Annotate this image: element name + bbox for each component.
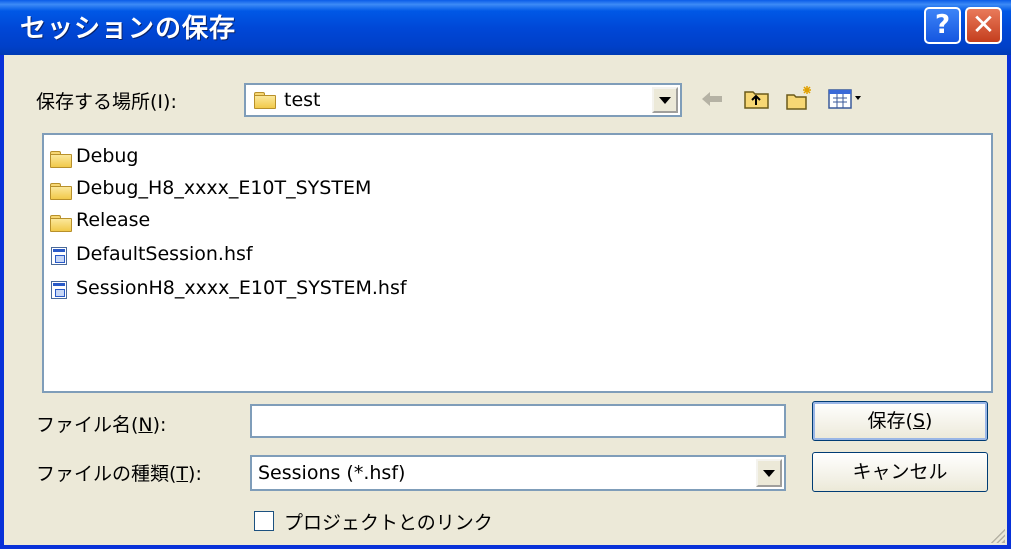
- close-button[interactable]: ✕: [965, 7, 1002, 44]
- session-file-icon: [51, 281, 67, 299]
- view-menu-icon[interactable]: [826, 84, 866, 114]
- filetype-value: Sessions (*.hsf): [258, 462, 406, 484]
- filetype-dropdown-button[interactable]: [756, 459, 782, 487]
- save-button[interactable]: 保存(S): [812, 401, 988, 441]
- chevron-down-icon: [763, 470, 775, 477]
- back-arrow-icon[interactable]: [698, 84, 728, 114]
- help-icon: ?: [934, 10, 951, 40]
- folder-icon: [50, 151, 72, 168]
- filetype-label: ファイルの種類(T):: [36, 463, 202, 485]
- dialog-title: セッションの保存: [20, 14, 237, 44]
- title-bar[interactable]: セッションの保存 ? ✕: [0, 0, 1011, 55]
- list-item[interactable]: Release: [48, 209, 348, 237]
- filetype-dropdown[interactable]: Sessions (*.hsf): [250, 455, 786, 491]
- folder-icon: [50, 215, 72, 232]
- location-dropdown-button[interactable]: [652, 87, 678, 113]
- new-folder-icon[interactable]: [784, 84, 814, 114]
- close-icon: ✕: [971, 8, 996, 41]
- location-label: 保存する場所(I):: [36, 91, 177, 113]
- list-item[interactable]: SessionH8_xxxx_E10T_SYSTEM.hsf: [48, 277, 498, 305]
- project-link-checkbox[interactable]: [254, 511, 274, 531]
- location-dropdown[interactable]: test: [244, 83, 682, 117]
- project-link-label[interactable]: プロジェクトとのリンク: [284, 508, 493, 535]
- filename-input[interactable]: [250, 404, 786, 438]
- location-value: test: [284, 89, 321, 111]
- filename-label: ファイル名(N):: [36, 414, 167, 436]
- cancel-button[interactable]: キャンセル: [812, 452, 988, 492]
- up-folder-icon[interactable]: [742, 84, 772, 114]
- folder-icon: [254, 92, 276, 109]
- list-item[interactable]: Debug: [48, 145, 348, 173]
- save-session-dialog: セッションの保存 ? ✕ 保存する場所(I): test Debug Debug…: [0, 0, 1011, 549]
- list-item[interactable]: Debug_H8_xxxx_E10T_SYSTEM: [48, 177, 498, 205]
- session-file-icon: [51, 247, 67, 265]
- help-button[interactable]: ?: [924, 7, 961, 44]
- list-item[interactable]: DefaultSession.hsf: [48, 243, 348, 271]
- file-list[interactable]: Debug Debug_H8_xxxx_E10T_SYSTEM Release …: [42, 133, 993, 393]
- chevron-down-icon: [659, 97, 671, 104]
- folder-icon: [50, 183, 72, 200]
- resize-grip-icon[interactable]: [989, 527, 1005, 543]
